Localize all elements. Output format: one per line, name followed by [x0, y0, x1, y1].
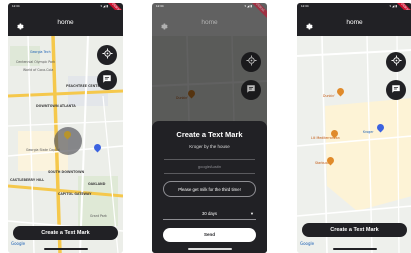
map-view[interactable]: Georgia Tech Centennial Olympic Park Wor… — [8, 36, 123, 253]
divider — [164, 159, 255, 160]
map-label: Grant Park — [90, 214, 107, 218]
sheet-title: Create a Text Mark — [176, 130, 243, 139]
map-label: OAKLAND — [88, 182, 106, 186]
create-text-mark-button[interactable]: Create a Text Mark — [13, 226, 118, 240]
duration-value: 30 days — [201, 211, 218, 216]
map-label: Centennial Olympic Park — [16, 60, 56, 64]
crosshair-icon — [390, 53, 402, 71]
message-icon — [246, 81, 256, 99]
map-label: Dunkin' — [323, 94, 336, 98]
message-input[interactable]: Please get milk for the third time! — [163, 181, 256, 197]
map-label: CAPITOL GATEWAY — [58, 192, 92, 196]
locate-button — [241, 52, 261, 72]
status-time: 12:34 — [12, 4, 20, 8]
status-bar: 12:34 ▾◢▮ — [297, 3, 411, 10]
map-label: Georgia Tech — [30, 50, 51, 54]
app-title: home — [201, 19, 218, 26]
duration-select[interactable]: 30 days ▼ — [163, 207, 256, 220]
status-icons: ▾◢▮ — [100, 4, 109, 8]
app-bar: home — [297, 10, 411, 36]
sheet-subtitle: Kroger by the house — [189, 144, 230, 149]
locate-button[interactable] — [97, 45, 117, 65]
status-icons: ▾◢▮ — [389, 4, 398, 8]
locate-button[interactable] — [386, 52, 406, 72]
gesture-bar — [44, 248, 88, 250]
map-label: Kroger — [363, 130, 374, 134]
app-bar: home — [8, 10, 123, 36]
message-icon — [391, 81, 401, 99]
status-time: 12:34 — [156, 4, 164, 8]
google-logo: Google — [300, 241, 315, 246]
map-label: DOWNTOWN ATLANTA — [36, 104, 76, 108]
place-name-field[interactable]: googleAustin — [152, 164, 267, 169]
marks-list-button[interactable] — [386, 80, 406, 100]
map-label: World of Coca-Cola — [23, 68, 54, 72]
message-icon — [102, 71, 112, 89]
map-label: CASTLEBERRY HILL — [10, 178, 45, 182]
phone-screen-map-overview: Georgia Tech Centennial Olympic Park Wor… — [8, 3, 123, 253]
google-logo: Google — [11, 241, 26, 246]
status-bar: 12:34 ▾◢▮ — [8, 3, 123, 10]
crosshair-icon — [245, 53, 257, 71]
crosshair-icon — [101, 46, 113, 64]
screenshot-stage: Georgia Tech Centennial Olympic Park Wor… — [0, 0, 411, 253]
map-label: PEACHTREE CENTER — [66, 84, 103, 88]
send-button[interactable]: Send — [163, 228, 256, 242]
app-title: home — [346, 19, 363, 26]
phone-screen-create-dialog: Dunkin' 12:34 ▾◢▮ DEBUG home Create a — [152, 3, 267, 253]
map-label: Georgia State Capitol — [26, 148, 61, 152]
create-text-mark-sheet: Create a Text Mark Kroger by the house g… — [152, 121, 267, 253]
gesture-bar — [333, 248, 377, 250]
gesture-bar — [188, 248, 232, 250]
status-icons: ▾◢▮ — [244, 4, 253, 8]
phone-screen-map-zoomed: Dunkin' Kroger Lili Mediterranean Starbu… — [297, 3, 411, 253]
app-bar: home — [152, 10, 267, 36]
marks-list-button[interactable] — [97, 70, 117, 90]
caret-down-icon: ▼ — [250, 211, 254, 216]
map-label: SOUTH DOWNTOWN — [48, 170, 85, 174]
status-time: 12:34 — [301, 4, 309, 8]
divider — [164, 173, 255, 174]
status-bar: 12:34 ▾◢▮ — [152, 3, 267, 10]
app-title: home — [57, 19, 74, 26]
create-text-mark-button[interactable]: Create a Text Mark — [302, 223, 407, 237]
marks-list-button — [241, 80, 261, 100]
